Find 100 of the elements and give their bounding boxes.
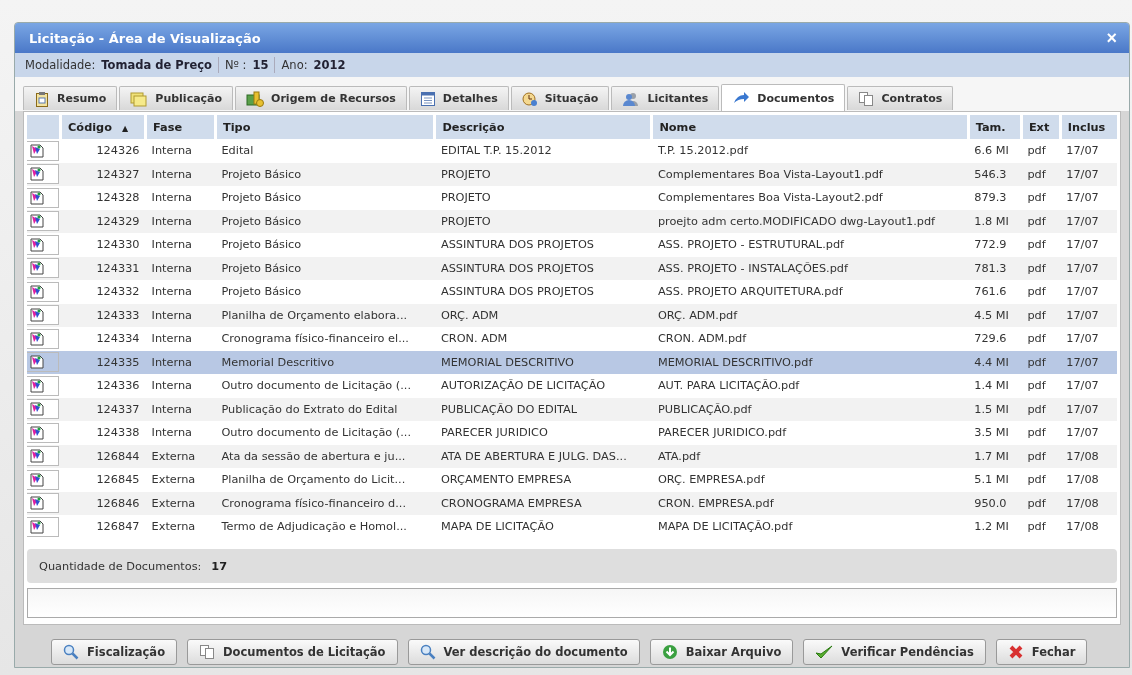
table-cell: 1.7 MI — [968, 444, 1022, 468]
document-icon[interactable] — [27, 187, 59, 208]
table-cell: Interna — [145, 162, 216, 186]
column-header[interactable]: Tipo — [215, 115, 435, 139]
table-cell: ASSINTURA DOS PROJETOS — [434, 233, 652, 257]
column-header — [27, 115, 61, 139]
table-cell: 17/07 — [1060, 162, 1117, 186]
document-icon[interactable] — [27, 516, 59, 537]
document-icon[interactable] — [27, 469, 59, 490]
table-cell: Interna — [145, 139, 216, 163]
table-cell: MAPA DE LICITAÇÃO.pdf — [651, 515, 969, 539]
table-row[interactable]: 124330 Interna Projeto Básico ASSINTURA DOS PROJETOS ASS. PROJETO - ESTRUTURAL.pdf 772.9 pdf 17/07 — [27, 233, 1117, 257]
document-icon[interactable] — [27, 211, 59, 232]
table-cell: pdf — [1021, 233, 1061, 257]
arrow-icon — [732, 90, 751, 106]
table-cell: ORÇAMENTO EMPRESA — [434, 468, 652, 492]
column-header[interactable]: Descrição — [434, 115, 652, 139]
document-icon[interactable] — [27, 305, 59, 326]
document-icon[interactable] — [27, 399, 59, 420]
table-row[interactable]: 126845 Externa Planilha de Orçamento do Licit... ORÇAMENTO EMPRESA ORÇ. EMPRESA.pdf 5.1 MI pdf 17/08 — [27, 468, 1117, 492]
action-button[interactable]: Ver descrição do documento — [407, 639, 640, 665]
info-value: 2012 — [313, 58, 346, 72]
document-icon[interactable] — [27, 493, 59, 514]
document-icon[interactable] — [27, 281, 59, 302]
table-row[interactable]: 126844 Externa Ata da sessão de abertura e ju... ATA DE ABERTURA E JULG. DAS... ATA.pdf 1.7 MI pdf 17/08 — [27, 444, 1117, 468]
table-cell: CRON. ADM — [434, 327, 652, 351]
tab[interactable]: Resumo — [23, 86, 118, 110]
table-row[interactable]: 124327 Interna Projeto Básico PROJETO Complementares Boa Vista-Layout1.pdf 546.3 pdf 17/07 — [27, 162, 1117, 186]
table-cell: Complementares Boa Vista-Layout1.pdf — [651, 162, 969, 186]
table-cell: 879.3 — [968, 186, 1022, 210]
table-cell: ASSINTURA DOS PROJETOS — [434, 280, 652, 304]
column-header[interactable]: Inclus — [1060, 115, 1117, 139]
table-row[interactable]: 124333 Interna Planilha de Orçamento elabora... ORÇ. ADM ORÇ. ADM.pdf 4.5 MI pdf 17/07 — [27, 303, 1117, 327]
action-button[interactable]: Fiscalização — [51, 639, 178, 665]
document-icon[interactable] — [27, 375, 59, 396]
action-button[interactable]: Documentos de Licitação — [187, 639, 398, 665]
tab[interactable]: Situação — [510, 86, 610, 110]
table-row[interactable]: 124334 Interna Cronograma físico-financeiro el... CRON. ADM CRON. ADM.pdf 729.6 pdf 17/07 — [27, 327, 1117, 351]
column-header[interactable]: Nome — [651, 115, 969, 139]
table-cell: 124327 — [60, 162, 146, 186]
column-header[interactable]: Tam. — [968, 115, 1022, 139]
list-icon — [419, 90, 436, 107]
table-cell: 17/08 — [1060, 444, 1117, 468]
table-row[interactable]: 124338 Interna Outro documento de Licitação (... PARECER JURIDICO PARECER JURIDICO.pdf 3.5 MI pdf 17/07 — [27, 421, 1117, 445]
table-cell: 17/07 — [1060, 374, 1117, 398]
table-cell: 1.8 MI — [968, 209, 1022, 233]
table-row[interactable]: 124336 Interna Outro documento de Licitação (... AUTORIZAÇÃO DE LICITAÇÃO AUT. PARA LICITAÇÃO.pdf 1.4 MI pdf 17/07 — [27, 374, 1117, 398]
tab[interactable]: Publicação — [119, 86, 234, 110]
text-field[interactable] — [27, 588, 1117, 618]
table-row[interactable]: 124332 Interna Projeto Básico ASSINTURA DOS PROJETOS ASS. PROJETO ARQUITETURA.pdf 761.6 pdf 17/07 — [27, 280, 1117, 304]
table-cell: 126846 — [60, 491, 146, 515]
money-icon — [246, 90, 265, 107]
table-row[interactable]: 126846 Externa Cronograma físico-financeiro d... CRONOGRAMA EMPRESA CRON. EMPRESA.pdf 950.0 pdf 17/08 — [27, 491, 1117, 515]
table-cell: ATA DE ABERTURA E JULG. DAS... — [434, 444, 652, 468]
table-cell: 772.9 — [968, 233, 1022, 257]
action-button[interactable]: Baixar Arquivo — [649, 639, 794, 665]
document-icon[interactable] — [27, 422, 59, 443]
table-row[interactable]: 126847 Externa Termo de Adjudicação e Homol... MAPA DE LICITAÇÃO MAPA DE LICITAÇÃO.pdf 1.2 MI pdf 17/08 — [27, 515, 1117, 539]
table-cell: 17/07 — [1060, 327, 1117, 351]
table-cell: proejto adm certo.MODIFICADO dwg-Layout1.pdf — [651, 209, 969, 233]
table-cell: 124335 — [60, 350, 146, 374]
table-cell: MAPA DE LICITAÇÃO — [434, 515, 652, 539]
clock-icon — [521, 90, 538, 107]
table-cell: pdf — [1021, 256, 1061, 280]
document-icon[interactable] — [27, 328, 59, 349]
tab[interactable]: Contratos — [847, 86, 954, 110]
table-cell: 546.3 — [968, 162, 1022, 186]
document-icon[interactable] — [27, 140, 59, 161]
document-icon[interactable] — [27, 446, 59, 467]
table-row[interactable]: 124335 Interna Memorial Descritivo MEMORIAL DESCRITIVO MEMORIAL DESCRITIVO.pdf 4.4 MI pdf 17/07 — [27, 350, 1117, 374]
document-icon[interactable] — [27, 352, 59, 373]
table-cell: CRONOGRAMA EMPRESA — [434, 491, 652, 515]
document-icon[interactable] — [27, 258, 59, 279]
document-icon[interactable] — [27, 234, 59, 255]
table-cell: AUT. PARA LICITAÇÃO.pdf — [651, 374, 969, 398]
tab[interactable]: Detalhes — [408, 86, 509, 110]
table-row[interactable]: 124331 Interna Projeto Básico ASSINTURA DOS PROJETOS ASS. PROJETO - INSTALAÇÕES.pdf 781.3 pdf 17/07 — [27, 256, 1117, 280]
table-row[interactable]: 124337 Interna Publicação do Extrato do Edital PUBLICAÇÃO DO EDITAL PUBLICAÇÃO.pdf 1.5 MI pdf 17/07 — [27, 397, 1117, 421]
tab[interactable]: Documentos — [721, 84, 846, 111]
table-cell: ASS. PROJETO - ESTRUTURAL.pdf — [651, 233, 969, 257]
table-cell: 761.6 — [968, 280, 1022, 304]
column-header[interactable]: Ext — [1021, 115, 1061, 139]
table-cell: ATA.pdf — [651, 444, 969, 468]
table-cell: Termo de Adjudicação e Homol... — [215, 515, 435, 539]
tab[interactable]: Licitantes — [611, 86, 720, 110]
action-button[interactable]: Verificar Pendências — [803, 639, 986, 665]
table-cell: pdf — [1021, 303, 1061, 327]
table-cell: Interna — [145, 186, 216, 210]
action-button[interactable]: Fechar — [995, 639, 1088, 665]
tab[interactable]: Origem de Recursos — [235, 86, 407, 110]
column-header[interactable]: Fase — [145, 115, 216, 139]
window-title: Licitação - Área de Visualização — [29, 30, 261, 46]
table-row[interactable]: 124329 Interna Projeto Básico PROJETO proejto adm certo.MODIFICADO dwg-Layout1.pdf 1.8 MI pdf 17/07 — [27, 209, 1117, 233]
table-row[interactable]: 124328 Interna Projeto Básico PROJETO Complementares Boa Vista-Layout2.pdf 879.3 pdf 17/07 — [27, 186, 1117, 210]
column-header[interactable]: Código ▲ — [60, 115, 146, 139]
document-icon[interactable] — [27, 164, 59, 185]
table-cell: Interna — [145, 397, 216, 421]
table-row[interactable]: 124326 Interna Edital EDITAL T.P. 15.2012 T.P. 15.2012.pdf 6.6 MI pdf 17/07 — [27, 139, 1117, 163]
table-cell: 17/07 — [1060, 397, 1117, 421]
summary-label: Quantidade de Documentos: — [39, 559, 202, 573]
